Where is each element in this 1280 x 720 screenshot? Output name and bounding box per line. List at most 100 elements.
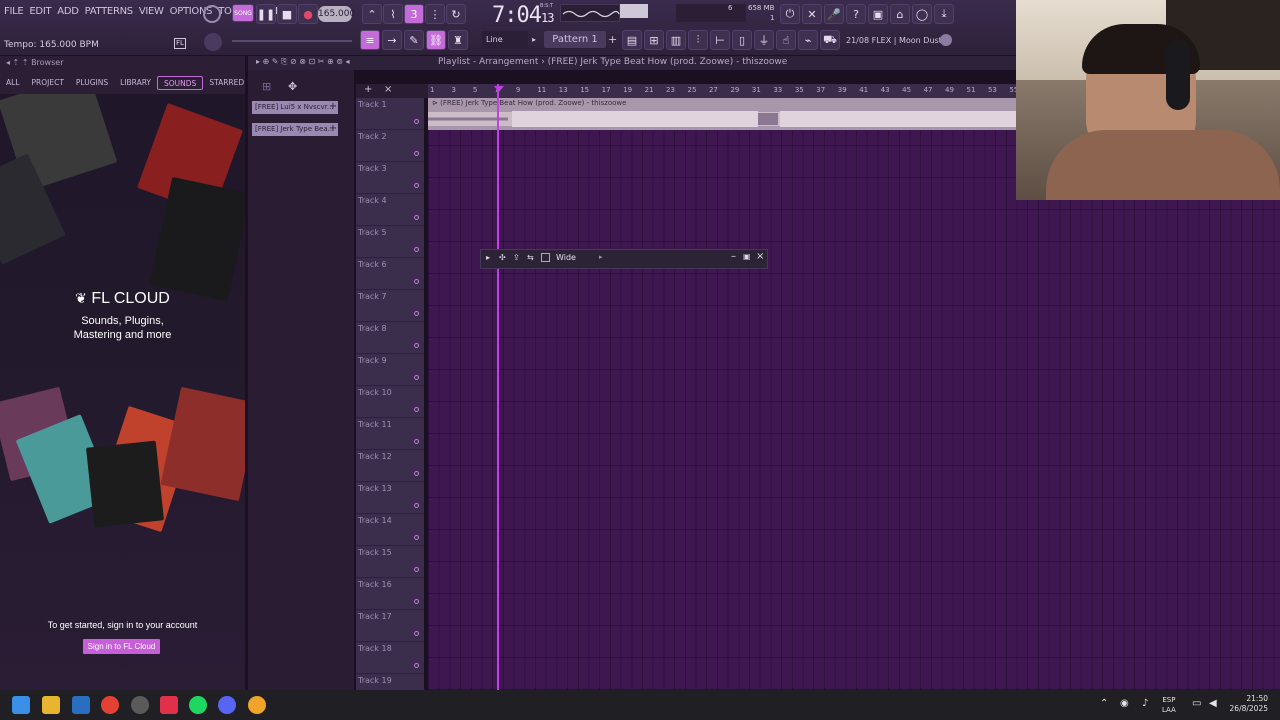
system-clock[interactable]: 21:50 26/8/2025 — [1224, 694, 1268, 714]
browser-tab-project[interactable]: PROJECT — [26, 76, 70, 90]
track-header[interactable]: Track 1 — [356, 98, 424, 130]
clip-source-item[interactable]: [FREE] Jerk Type Bea... — [252, 123, 338, 136]
master-pitch-slider[interactable] — [232, 40, 352, 42]
track-header[interactable]: Track 11 — [356, 418, 424, 450]
cloud-button[interactable]: ⌁ — [798, 30, 818, 50]
playhead-marker-icon[interactable] — [494, 86, 504, 92]
language-indicator[interactable]: ESP LAA — [1162, 695, 1176, 715]
track-mute-icon[interactable] — [414, 471, 419, 476]
grid-icon[interactable]: ⊞ — [262, 80, 271, 93]
track-header[interactable]: Track 7 — [356, 290, 424, 322]
add-pattern-icon[interactable]: + — [608, 31, 617, 48]
track-header[interactable]: Track 18 — [356, 642, 424, 674]
pattern-select[interactable]: Pattern 1 — [544, 31, 606, 48]
chrome-icon[interactable] — [101, 696, 119, 714]
spotify-icon[interactable] — [189, 696, 207, 714]
track-header[interactable]: Track 13 — [356, 482, 424, 514]
piano-roll-button[interactable]: ▥ — [666, 30, 686, 50]
track-mute-icon[interactable] — [414, 375, 419, 380]
tempo-display[interactable]: 165.000 — [318, 6, 355, 22]
eq-button[interactable]: ⫶ — [688, 30, 708, 50]
tiktok-icon[interactable] — [160, 696, 178, 714]
minimize-icon[interactable]: – — [731, 251, 736, 262]
export-icon[interactable]: ⇪ — [513, 253, 520, 262]
news-ticker[interactable]: 21/08 FLEX | Moon Dust — [846, 36, 942, 45]
file-explorer-icon[interactable] — [42, 696, 60, 714]
master-volume-knob[interactable] — [204, 33, 222, 51]
track-header[interactable]: Track 12 — [356, 450, 424, 482]
mixer-button[interactable]: ▤ — [622, 30, 642, 50]
step-edit-button[interactable]: ⋮ — [425, 4, 445, 24]
menu-item-file[interactable]: FILE — [4, 6, 24, 20]
plugin-button[interactable]: ⏚ — [754, 30, 774, 50]
track-mute-icon[interactable] — [414, 503, 419, 508]
draw-tool-button[interactable]: ✎ — [404, 30, 424, 50]
track-header[interactable]: Track 10 — [356, 386, 424, 418]
track-mute-icon[interactable] — [414, 247, 419, 252]
track-mute-icon[interactable] — [414, 631, 419, 636]
arrow-tool-button[interactable]: → — [382, 30, 402, 50]
tools-button[interactable]: ✕ — [802, 4, 822, 24]
track-mute-icon[interactable] — [414, 407, 419, 412]
outlook-icon[interactable] — [72, 696, 90, 714]
track-mute-icon[interactable] — [414, 279, 419, 284]
track-header[interactable]: Track 5 — [356, 226, 424, 258]
play-pause-button[interactable]: ❚❚ — [256, 4, 276, 24]
app-icon[interactable] — [131, 696, 149, 714]
link-icon[interactable]: ⇆ — [527, 253, 534, 262]
move-icon[interactable]: ✥ — [288, 80, 297, 93]
track-mute-icon[interactable] — [414, 663, 419, 668]
browser-tab-library[interactable]: LIBRARY — [114, 76, 157, 90]
fl-studio-icon[interactable] — [248, 696, 266, 714]
track-header[interactable]: Track 4 — [356, 194, 424, 226]
link-button[interactable]: ⛓ — [426, 30, 446, 50]
user-avatar-icon[interactable] — [940, 34, 952, 46]
track-header[interactable]: Track 9 — [356, 354, 424, 386]
track-header[interactable]: Track 15 — [356, 546, 424, 578]
track-mute-icon[interactable] — [414, 183, 419, 188]
browser-tab-sounds[interactable]: SOUNDS — [157, 76, 204, 90]
online-button[interactable]: ⏻ — [780, 4, 800, 24]
display-icon[interactable]: ▭ — [1192, 698, 1201, 709]
track-mute-icon[interactable] — [414, 151, 419, 156]
channel-rack-button[interactable]: ⊞ — [644, 30, 664, 50]
track-header[interactable]: Track 17 — [356, 610, 424, 642]
add-icon[interactable]: + — [328, 101, 338, 114]
track-mute-icon[interactable] — [414, 599, 419, 604]
mic-button[interactable]: 🎤 — [824, 4, 844, 24]
track-mute-icon[interactable] — [414, 119, 419, 124]
volume-icon[interactable]: ◀ — [1209, 698, 1217, 709]
track-header[interactable]: Track 6 — [356, 258, 424, 290]
sign-in-button[interactable]: Sign in to FL Cloud — [83, 639, 160, 654]
discord-tray-icon[interactable]: ◉ — [1120, 698, 1129, 709]
close-icon[interactable]: × — [756, 251, 764, 262]
track-header[interactable]: Track 8 — [356, 322, 424, 354]
track-mute-icon[interactable] — [414, 343, 419, 348]
track-mute-icon[interactable] — [414, 535, 419, 540]
clip-source-item[interactable]: [FREE] Lui5 x Nvscvr... — [252, 101, 338, 114]
clipboard-button[interactable]: ▯ — [732, 30, 752, 50]
save-button[interactable]: ▣ — [868, 4, 888, 24]
track-header[interactable]: Track 14 — [356, 514, 424, 546]
track-mute-icon[interactable] — [414, 567, 419, 572]
add-icon[interactable]: + — [328, 123, 338, 136]
track-header[interactable]: Track 2 — [356, 130, 424, 162]
playlist-view-button[interactable]: ≡ — [360, 30, 380, 50]
windows-start-icon[interactable] — [12, 696, 30, 714]
download-button[interactable]: ⤓ — [934, 4, 954, 24]
next-preset-icon[interactable]: ▸ — [599, 253, 603, 261]
track-mute-icon[interactable] — [414, 439, 419, 444]
browser-tab-plugins[interactable]: PLUGINS — [70, 76, 114, 90]
browser-tab-starred[interactable]: STARRED — [203, 76, 250, 90]
timeline-ruler[interactable]: 1357911131517192123252729313335373941434… — [428, 84, 1018, 98]
discord-icon[interactable] — [218, 696, 236, 714]
metronome-button[interactable]: ⌃ — [362, 4, 382, 24]
window-menu-icon[interactable]: ▸ — [486, 253, 490, 262]
add-track-icon[interactable]: + — [364, 84, 372, 95]
tray-expand-icon[interactable]: ⌃ — [1100, 698, 1108, 709]
preset-icon[interactable] — [541, 253, 550, 262]
menu-item-add[interactable]: ADD — [57, 6, 79, 20]
menu-item-patterns[interactable]: PATTERNS — [85, 6, 134, 20]
pattern-prev-icon[interactable]: ▸ — [532, 31, 542, 48]
track-header[interactable]: Track 3 — [356, 162, 424, 194]
